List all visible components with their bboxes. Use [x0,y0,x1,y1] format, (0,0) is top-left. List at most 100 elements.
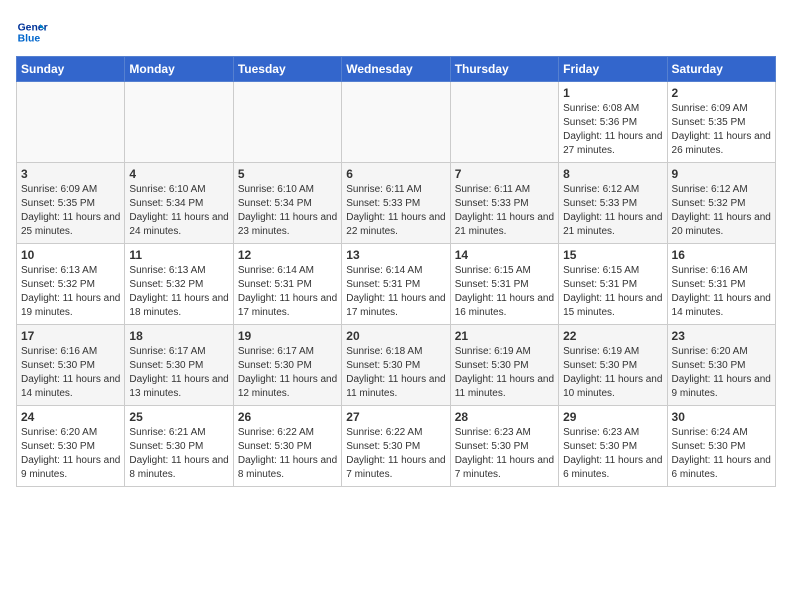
weekday-header-monday: Monday [125,57,233,82]
weekday-header-sunday: Sunday [17,57,125,82]
day-info: Sunrise: 6:15 AM Sunset: 5:31 PM Dayligh… [455,264,554,320]
day-number: 23 [672,329,771,343]
day-cell [125,82,233,163]
day-info: Sunrise: 6:14 AM Sunset: 5:31 PM Dayligh… [238,264,337,320]
day-cell: 21 Sunrise: 6:19 AM Sunset: 5:30 PM Dayli… [450,325,558,406]
day-cell: 7Sunrise: 6:11 AM Sunset: 5:33 PM Daylig… [450,163,558,244]
day-cell: 18 Sunrise: 6:17 AM Sunset: 5:30 PM Dayli… [125,325,233,406]
day-info: Sunrise: 6:08 AM Sunset: 5:36 PM Dayligh… [563,102,662,158]
day-number: 3 [21,167,120,181]
day-cell: 29 Sunrise: 6:23 AM Sunset: 5:30 PM Dayli… [559,406,667,487]
day-info: Sunrise: 6:12 AM Sunset: 5:33 PM Dayligh… [563,183,662,239]
day-number: 21 [455,329,554,343]
day-info: Sunrise: 6:24 AM Sunset: 5:30 PM Dayligh… [672,426,771,482]
week-row-4: 17 Sunrise: 6:16 AM Sunset: 5:30 PM Dayli… [17,325,776,406]
day-info: Sunrise: 6:10 AM Sunset: 5:34 PM Dayligh… [238,183,337,239]
week-row-1: 1 Sunrise: 6:08 AM Sunset: 5:36 PM Daylig… [17,82,776,163]
day-number: 19 [238,329,337,343]
week-row-5: 24 Sunrise: 6:20 AM Sunset: 5:30 PM Dayli… [17,406,776,487]
day-cell: 16 Sunrise: 6:16 AM Sunset: 5:31 PM Dayli… [667,244,775,325]
weekday-header-thursday: Thursday [450,57,558,82]
day-cell: 13 Sunrise: 6:14 AM Sunset: 5:31 PM Dayli… [342,244,450,325]
day-number: 29 [563,410,662,424]
day-number: 20 [346,329,445,343]
day-info: Sunrise: 6:23 AM Sunset: 5:30 PM Dayligh… [455,426,554,482]
day-info: Sunrise: 6:20 AM Sunset: 5:30 PM Dayligh… [21,426,120,482]
logo-icon: General Blue [16,16,48,48]
day-number: 2 [672,86,771,100]
day-number: 13 [346,248,445,262]
day-info: Sunrise: 6:23 AM Sunset: 5:30 PM Dayligh… [563,426,662,482]
weekday-header-wednesday: Wednesday [342,57,450,82]
day-cell: 22 Sunrise: 6:19 AM Sunset: 5:30 PM Dayli… [559,325,667,406]
day-number: 4 [129,167,228,181]
day-number: 14 [455,248,554,262]
day-cell: 11 Sunrise: 6:13 AM Sunset: 5:32 PM Dayli… [125,244,233,325]
week-row-3: 10Sunrise: 6:13 AM Sunset: 5:32 PM Dayli… [17,244,776,325]
day-cell: 15Sunrise: 6:15 AM Sunset: 5:31 PM Dayli… [559,244,667,325]
day-cell: 28 Sunrise: 6:23 AM Sunset: 5:30 PM Dayli… [450,406,558,487]
day-number: 12 [238,248,337,262]
day-number: 5 [238,167,337,181]
day-number: 16 [672,248,771,262]
day-info: Sunrise: 6:13 AM Sunset: 5:32 PM Dayligh… [129,264,228,320]
weekday-header-row: SundayMondayTuesdayWednesdayThursdayFrid… [17,57,776,82]
day-info: Sunrise: 6:14 AM Sunset: 5:31 PM Dayligh… [346,264,445,320]
day-info: Sunrise: 6:19 AM Sunset: 5:30 PM Dayligh… [455,345,554,401]
day-number: 30 [672,410,771,424]
day-info: Sunrise: 6:11 AM Sunset: 5:33 PM Dayligh… [346,183,445,239]
day-info: Sunrise: 6:09 AM Sunset: 5:35 PM Dayligh… [672,102,771,158]
week-row-2: 3 Sunrise: 6:09 AM Sunset: 5:35 PM Daylig… [17,163,776,244]
day-cell: 25Sunrise: 6:21 AM Sunset: 5:30 PM Dayli… [125,406,233,487]
day-number: 24 [21,410,120,424]
day-cell: 10Sunrise: 6:13 AM Sunset: 5:32 PM Dayli… [17,244,125,325]
calendar-table: SundayMondayTuesdayWednesdayThursdayFrid… [16,56,776,487]
day-info: Sunrise: 6:17 AM Sunset: 5:30 PM Dayligh… [238,345,337,401]
day-cell: 4 Sunrise: 6:10 AM Sunset: 5:34 PM Daylig… [125,163,233,244]
day-info: Sunrise: 6:19 AM Sunset: 5:30 PM Dayligh… [563,345,662,401]
day-cell: 26 Sunrise: 6:22 AM Sunset: 5:30 PM Dayli… [233,406,341,487]
day-info: Sunrise: 6:16 AM Sunset: 5:31 PM Dayligh… [672,264,771,320]
day-cell: 24 Sunrise: 6:20 AM Sunset: 5:30 PM Dayli… [17,406,125,487]
day-number: 28 [455,410,554,424]
day-cell [450,82,558,163]
day-info: Sunrise: 6:21 AM Sunset: 5:30 PM Dayligh… [129,426,228,482]
day-cell: 27Sunrise: 6:22 AM Sunset: 5:30 PM Dayli… [342,406,450,487]
day-info: Sunrise: 6:09 AM Sunset: 5:35 PM Dayligh… [21,183,120,239]
day-number: 26 [238,410,337,424]
day-info: Sunrise: 6:22 AM Sunset: 5:30 PM Dayligh… [346,426,445,482]
weekday-header-friday: Friday [559,57,667,82]
day-number: 18 [129,329,228,343]
day-number: 1 [563,86,662,100]
day-number: 11 [129,248,228,262]
day-info: Sunrise: 6:13 AM Sunset: 5:32 PM Dayligh… [21,264,120,320]
day-cell [342,82,450,163]
day-cell [17,82,125,163]
day-cell: 5 Sunrise: 6:10 AM Sunset: 5:34 PM Daylig… [233,163,341,244]
day-number: 17 [21,329,120,343]
day-number: 9 [672,167,771,181]
day-cell: 8 Sunrise: 6:12 AM Sunset: 5:33 PM Daylig… [559,163,667,244]
day-info: Sunrise: 6:10 AM Sunset: 5:34 PM Dayligh… [129,183,228,239]
svg-text:Blue: Blue [18,34,41,45]
day-cell: 3 Sunrise: 6:09 AM Sunset: 5:35 PM Daylig… [17,163,125,244]
day-info: Sunrise: 6:12 AM Sunset: 5:32 PM Dayligh… [672,183,771,239]
day-info: Sunrise: 6:17 AM Sunset: 5:30 PM Dayligh… [129,345,228,401]
weekday-header-tuesday: Tuesday [233,57,341,82]
day-cell: 12 Sunrise: 6:14 AM Sunset: 5:31 PM Dayli… [233,244,341,325]
logo: General Blue [16,16,52,48]
day-info: Sunrise: 6:15 AM Sunset: 5:31 PM Dayligh… [563,264,662,320]
day-cell: 17 Sunrise: 6:16 AM Sunset: 5:30 PM Dayli… [17,325,125,406]
header: General Blue [16,16,776,48]
day-info: Sunrise: 6:20 AM Sunset: 5:30 PM Dayligh… [672,345,771,401]
day-info: Sunrise: 6:22 AM Sunset: 5:30 PM Dayligh… [238,426,337,482]
weekday-header-saturday: Saturday [667,57,775,82]
day-cell: 9 Sunrise: 6:12 AM Sunset: 5:32 PM Daylig… [667,163,775,244]
day-cell: 6Sunrise: 6:11 AM Sunset: 5:33 PM Daylig… [342,163,450,244]
day-info: Sunrise: 6:16 AM Sunset: 5:30 PM Dayligh… [21,345,120,401]
day-number: 8 [563,167,662,181]
day-cell: 2 Sunrise: 6:09 AM Sunset: 5:35 PM Daylig… [667,82,775,163]
day-number: 7 [455,167,554,181]
day-number: 22 [563,329,662,343]
day-cell [233,82,341,163]
